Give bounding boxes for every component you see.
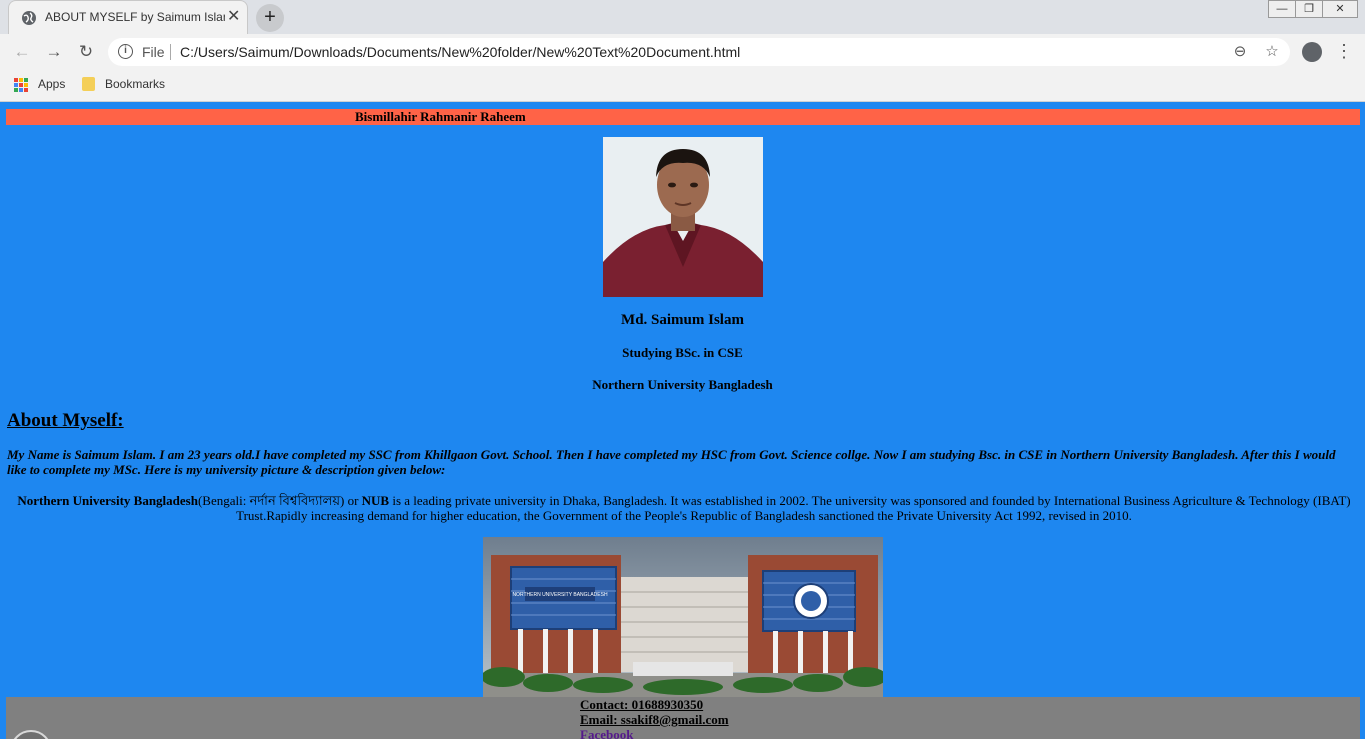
window-close-icon[interactable]: ✕ xyxy=(1322,0,1358,18)
url-text[interactable]: C:/Users/Saimum/Downloads/Documents/New%… xyxy=(180,44,740,60)
folder-icon xyxy=(82,77,95,91)
back-arrow-icon[interactable]: ← xyxy=(12,42,32,62)
bookmarks-bar: Apps Bookmarks xyxy=(0,70,1365,102)
profile-avatar-icon[interactable] xyxy=(1302,42,1322,62)
restore-icon[interactable]: ❐ xyxy=(1295,0,1323,18)
nub-bold: NUB xyxy=(361,493,390,508)
campus-sign-text: NORTHERN UNIVERSITY BANGLADESH xyxy=(512,592,608,598)
tab-strip: ABOUT MYSELF by Saimum Islam ✕ + — ❐ ✕ xyxy=(0,0,1365,34)
globe-icon xyxy=(22,11,36,25)
bookmark-star-icon[interactable]: ☆ xyxy=(1262,42,1282,62)
facebook-link[interactable]: Facebook xyxy=(580,727,633,739)
university-description: Northern University Bangladesh(Bengali: … xyxy=(14,493,1354,523)
bookmark-folder[interactable]: Bookmarks xyxy=(105,77,165,91)
footer: Contact: 01688930350 Email: ssakif8@gmai… xyxy=(6,697,1360,739)
tab-close-icon[interactable]: ✕ xyxy=(227,8,240,26)
tab-title: ABOUT MYSELF by Saimum Islam xyxy=(45,10,225,24)
divider xyxy=(170,44,171,60)
new-tab-button[interactable]: + xyxy=(256,4,284,32)
university-line: Northern University Bangladesh xyxy=(592,377,773,392)
person-name: Md. Saimum Islam xyxy=(621,312,744,328)
minimize-icon[interactable]: — xyxy=(1268,0,1296,18)
apps-grid-icon[interactable] xyxy=(14,78,28,92)
desc-part-2: is a leading private university in Dhaka… xyxy=(236,493,1351,523)
floating-widget-icon[interactable] xyxy=(10,730,52,739)
bookmark-apps[interactable]: Apps xyxy=(38,77,65,91)
about-heading: About Myself: xyxy=(7,410,124,431)
zoom-out-icon[interactable]: ⊖ xyxy=(1230,42,1250,62)
browser-tab[interactable]: ABOUT MYSELF by Saimum Islam ✕ xyxy=(8,0,248,34)
reload-icon[interactable]: ↻ xyxy=(76,42,96,62)
university-bold: Northern University Bangladesh xyxy=(17,493,198,508)
banner-text: Bismillahir Rahmanir Raheem xyxy=(355,109,526,124)
profile-photo xyxy=(603,137,763,297)
file-scheme-label: File xyxy=(142,44,165,60)
address-bar[interactable]: i File C:/Users/Saimum/Downloads/Documen… xyxy=(108,38,1290,66)
forward-arrow-icon[interactable]: → xyxy=(44,42,64,62)
banner: Bismillahir Rahmanir Raheem xyxy=(6,109,1360,125)
study-line: Studying BSc. in CSE xyxy=(622,345,743,360)
intro-paragraph: My Name is Saimum Islam. I am 23 years o… xyxy=(7,447,1336,477)
menu-dots-icon[interactable]: ⋮ xyxy=(1334,41,1354,61)
web-page: Bismillahir Rahmanir Raheem Md. Saimum I… xyxy=(0,102,1365,739)
campus-photo: NORTHERN UNIVERSITY BANGLADESH xyxy=(483,537,883,697)
desc-part-1: (Bengali: নর্দান বিশ্ববিদ্যালয়) or xyxy=(197,493,362,508)
contact-phone: Contact: 01688930350 xyxy=(580,697,704,712)
contact-email: Email: ssakif8@gmail.com xyxy=(580,712,729,727)
browser-toolbar: ← → ↻ i File C:/Users/Saimum/Downloads/D… xyxy=(0,34,1365,70)
info-icon[interactable]: i xyxy=(118,44,133,59)
